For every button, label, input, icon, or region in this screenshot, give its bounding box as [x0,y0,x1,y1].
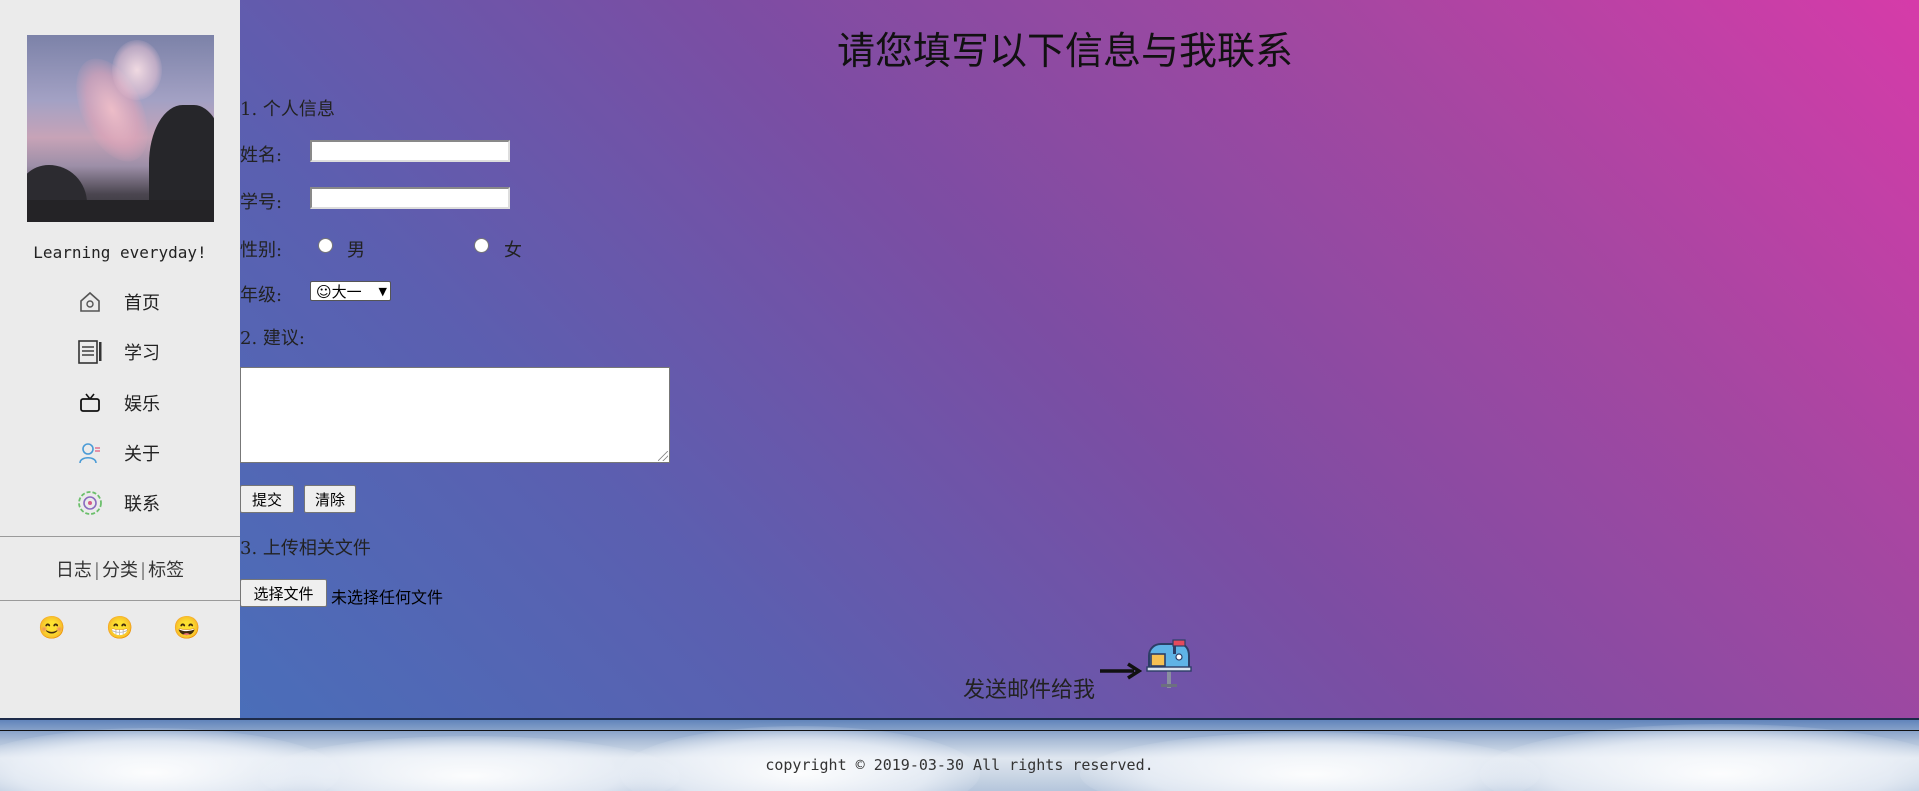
page-title: 请您填写以下信息与我联系 [837,29,1294,73]
nav-label-about: 关于 [124,444,160,465]
arrow-right-icon [1100,662,1142,680]
nav-item-contact[interactable]: 联系 [76,488,160,518]
link-separator: | [140,560,147,581]
link-tags[interactable]: 标签 [148,560,184,581]
nav-item-home[interactable]: 首页 [76,287,160,317]
grade-select[interactable]: ☺大一 ▼ [310,281,391,301]
gender-label: 性别: [240,240,283,261]
copyright-text: copyright © 2019-03-30 All rights reserv… [765,756,1154,774]
laugh-emoji-icon: 😄 [173,616,201,641]
main-content: 请您填写以下信息与我联系 1. 个人信息 姓名: 学号: 性别: 男 女 年级:… [240,0,1919,722]
sidebar-divider-top [0,536,240,537]
gender-radio-female[interactable] [474,238,489,253]
sidebar: Learning everyday! 首页 学习 娱乐 关于 联系 日志 | 分类 |… [0,0,240,718]
sidebar-links: 日志 | 分类 | 标签 [0,556,240,582]
name-label: 姓名: [240,145,283,166]
smile-emoji-icon: 😊 [38,616,66,641]
home-icon [76,288,104,316]
link-log[interactable]: 日志 [56,560,92,581]
footer: copyright © 2019-03-30 All rights reserv… [0,718,1919,791]
nav-label-home: 首页 [124,293,160,314]
sidebar-divider-bottom [0,600,240,601]
tv-icon [76,389,104,417]
student-id-input[interactable] [310,187,510,209]
send-mail-text: 发送邮件给我 [963,678,1096,703]
clear-button[interactable]: 清除 [304,485,356,513]
gender-female-label: 女 [504,240,522,261]
resize-handle-icon[interactable] [658,451,668,461]
gender-radio-male[interactable] [318,238,333,253]
nav-item-study[interactable]: 学习 [76,337,160,367]
user-icon [76,439,104,467]
grade-label: 年级: [240,285,283,306]
avatar-image [27,35,214,222]
section-suggestion: 2. 建议: [240,328,305,349]
footer-rule [0,730,1919,731]
tagline: Learning everyday! [33,243,207,262]
chevron-down-icon: ▼ [378,284,387,298]
gender-male-label: 男 [347,240,365,261]
link-category[interactable]: 分类 [102,560,138,581]
mailbox-icon[interactable] [1145,638,1193,690]
link-separator: | [93,560,100,581]
footer-rule-top [0,718,1919,720]
name-input[interactable] [310,140,510,162]
nav-item-about[interactable]: 关于 [76,438,160,468]
submit-button[interactable]: 提交 [240,485,294,513]
suggestion-textarea[interactable] [240,367,670,463]
notebook-icon [76,338,104,366]
nav-label-contact: 联系 [124,494,160,515]
file-status: 未选择任何文件 [331,588,444,607]
choose-file-button[interactable]: 选择文件 [240,579,327,607]
contact-icon [76,489,104,517]
student-id-label: 学号: [240,192,283,213]
nav-label-entertainment: 娱乐 [124,394,160,415]
grin-emoji-icon: 😁 [106,616,134,641]
nav-item-entertainment[interactable]: 娱乐 [76,388,160,418]
section-upload: 3. 上传相关文件 [240,538,371,559]
grade-selected-value: ☺大一 [316,282,362,301]
section-personal-info: 1. 个人信息 [240,99,335,120]
nav-label-study: 学习 [124,343,160,364]
